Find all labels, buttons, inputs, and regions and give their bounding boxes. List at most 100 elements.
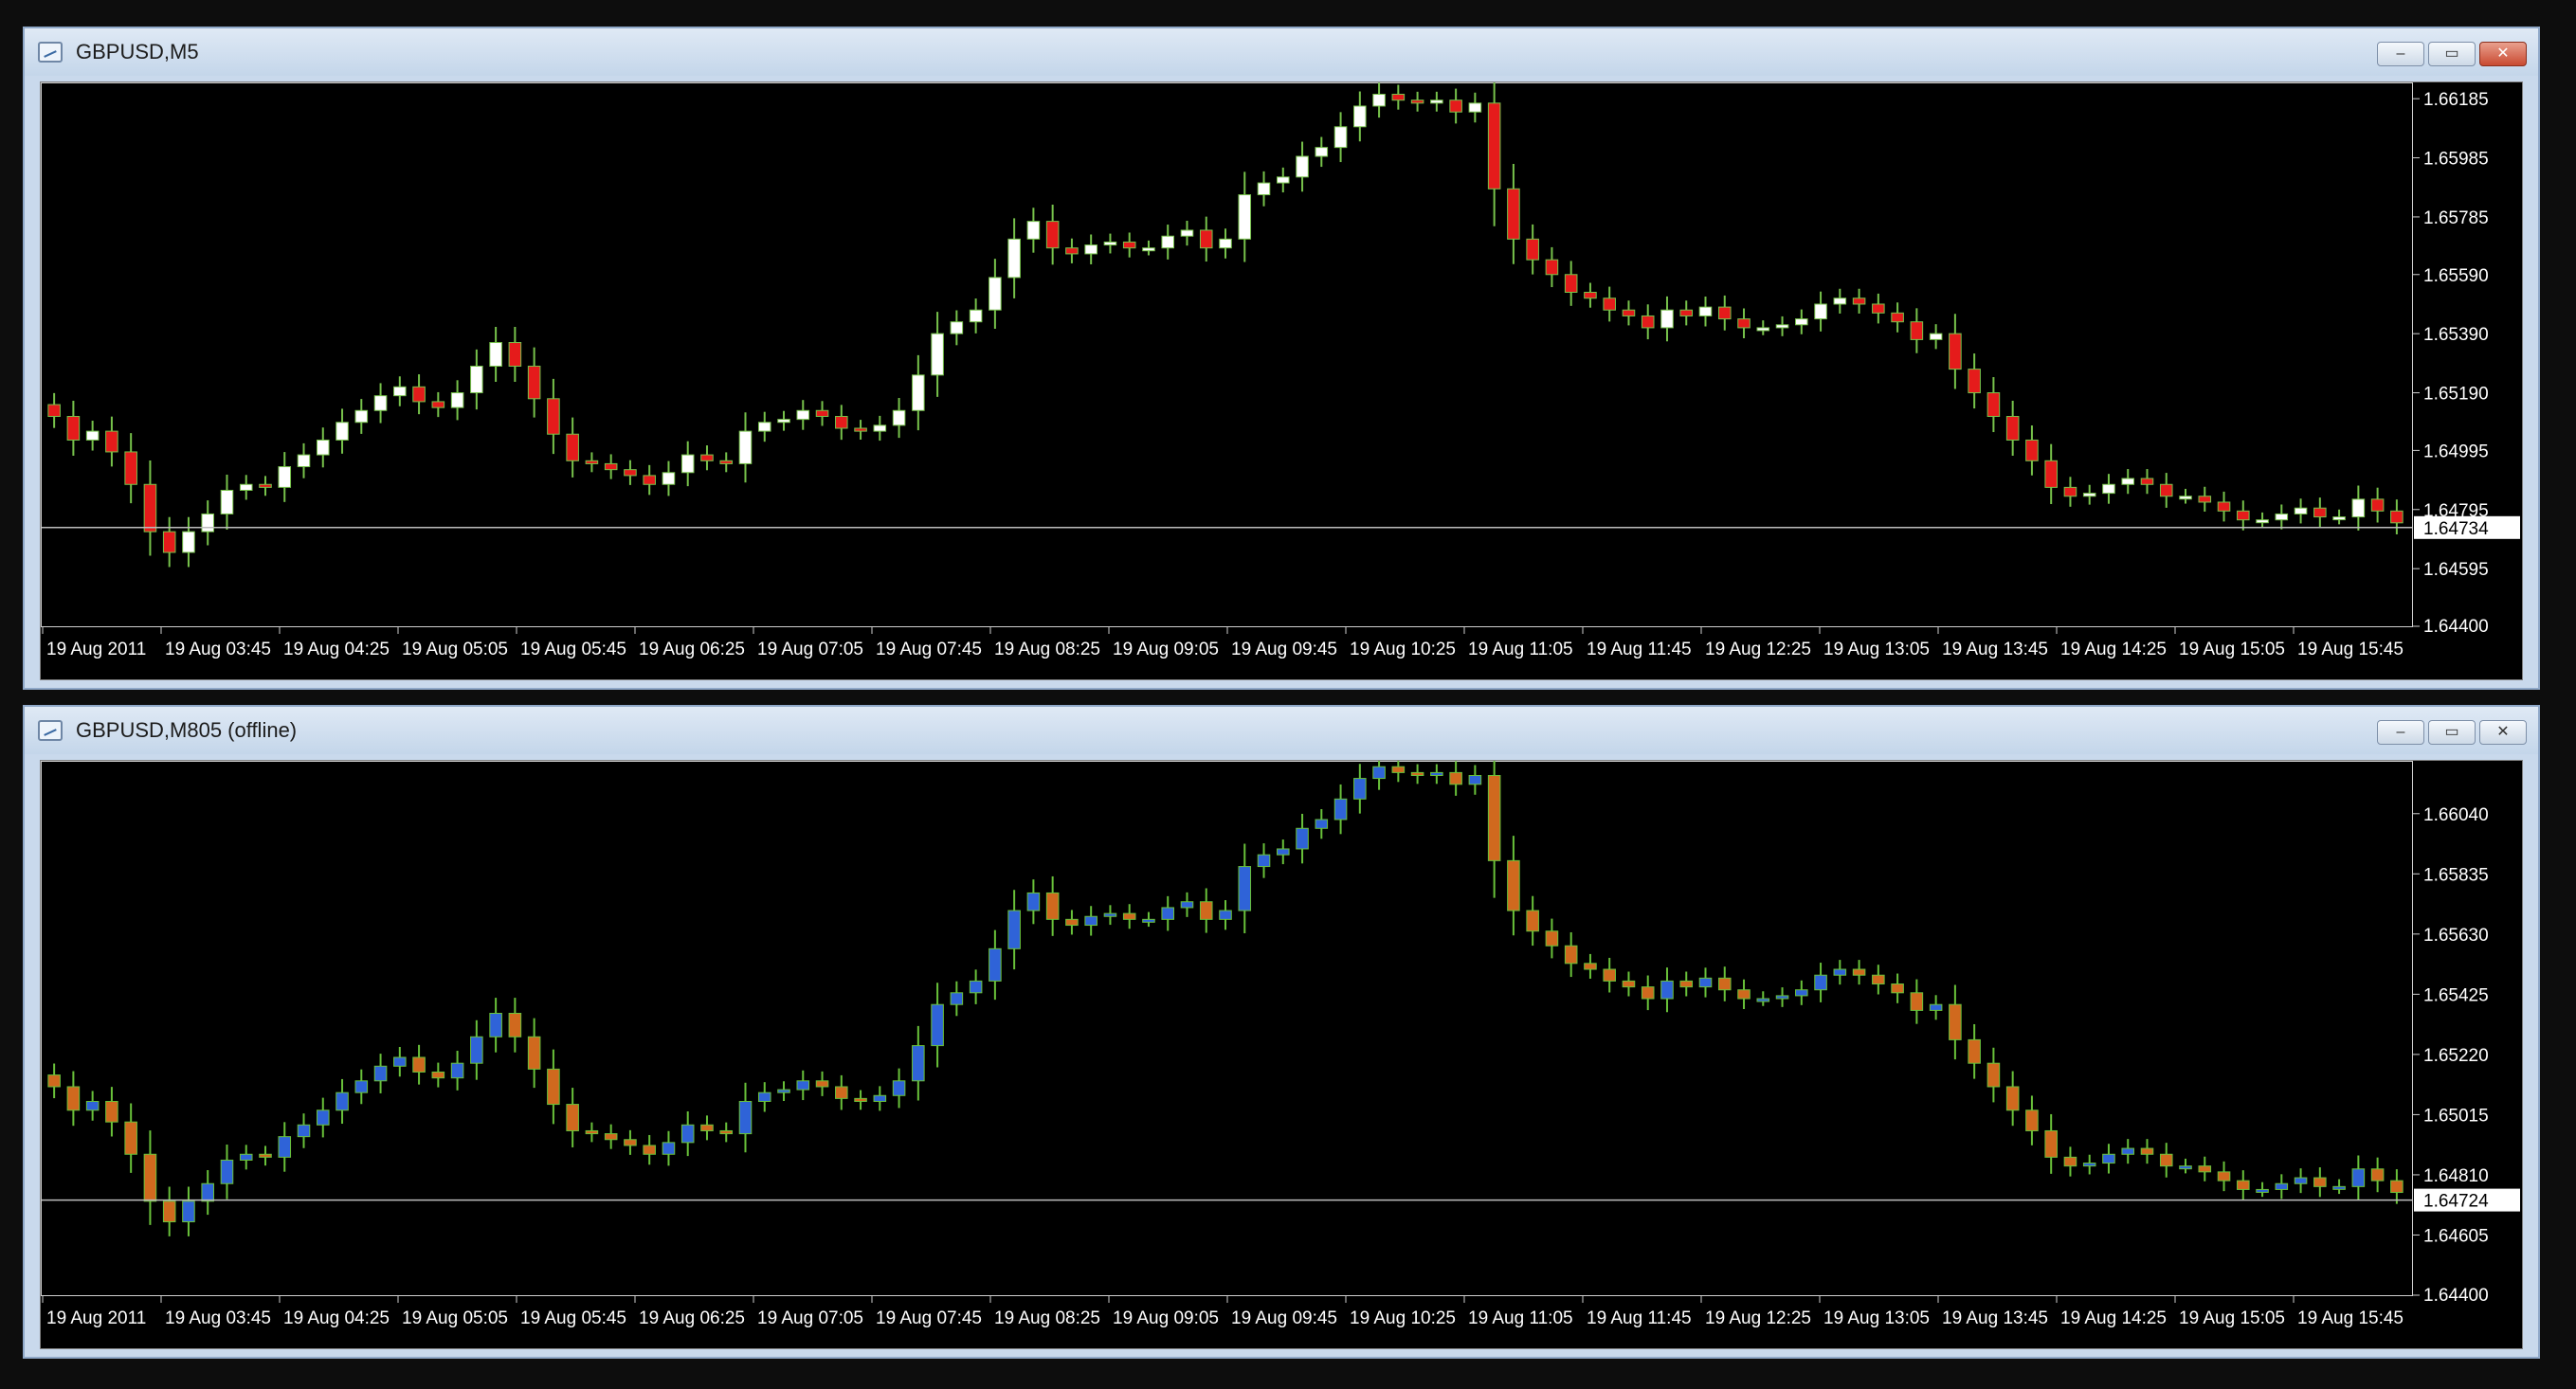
candle-bull <box>182 1200 195 1223</box>
candle-bull <box>2256 1188 2269 1193</box>
candle-bull <box>201 1182 214 1202</box>
chart-window-m5[interactable]: GBPUSD,M5 – ▭ ✕ 1.66185 1.65985 1.65785 1.6… <box>23 27 2540 690</box>
candle-bear <box>2370 1168 2385 1182</box>
price-chart-area[interactable]: 1.66040 1.65835 1.65630 1.65425 1.65220 1.650… <box>40 760 2523 1349</box>
candle-bull <box>336 422 349 441</box>
window-titlebar[interactable]: GBPUSD,M5 – ▭ ✕ <box>25 28 2538 76</box>
candle-bear <box>624 469 637 477</box>
candle-bull <box>1833 968 1847 976</box>
candle-bear <box>700 454 714 461</box>
candle-bear <box>508 342 522 367</box>
candle-bear <box>1065 247 1079 255</box>
candle-bear <box>1065 918 1079 927</box>
candle-bear <box>1564 945 1578 965</box>
candle-bear <box>1872 974 1885 985</box>
candle-bull <box>662 1142 676 1155</box>
candle-bull <box>1833 298 1847 305</box>
candle-bull <box>873 424 887 432</box>
candle-bear <box>1603 298 1616 311</box>
candle-bear <box>1410 771 1424 776</box>
x-tick-label: 19 Aug 08:25 <box>994 1308 1100 1328</box>
candle-bull <box>1007 238 1021 279</box>
candle-bear <box>105 430 118 453</box>
candle-bear <box>815 409 829 418</box>
candle-bull <box>1353 105 1367 128</box>
close-button[interactable]: ✕ <box>2479 720 2527 745</box>
window-title: GBPUSD,M5 <box>76 40 199 63</box>
candle-bear <box>1622 980 1636 988</box>
window-titlebar[interactable]: GBPUSD,M805 (offline) – ▭ ✕ <box>25 707 2538 754</box>
candle-bull <box>873 1094 887 1102</box>
x-tick-label: 19 Aug 05:45 <box>520 1308 626 1328</box>
candle-bear <box>700 1124 714 1131</box>
x-tick-label: 19 Aug 14:25 <box>2060 640 2167 659</box>
candle-bull <box>1238 194 1252 240</box>
y-tick-label: 1.65015 <box>2423 1106 2489 1126</box>
candle-bear <box>1622 309 1636 316</box>
candle-bear <box>1045 892 1060 920</box>
candle-bull <box>1296 827 1309 850</box>
candle-bear <box>1487 102 1501 189</box>
candle-bear <box>143 483 157 532</box>
maximize-button[interactable]: ▭ <box>2428 42 2476 66</box>
candle-bear <box>854 427 867 432</box>
candle-bull <box>757 1091 771 1102</box>
candle-bear <box>624 1139 637 1146</box>
candle-bull <box>1276 176 1290 184</box>
candle-bull <box>1276 848 1290 856</box>
candle-bull <box>1296 155 1309 178</box>
y-tick-label: 1.65390 <box>2423 325 2489 345</box>
candle-bull <box>912 1045 925 1082</box>
candle-bull <box>777 419 790 424</box>
candle-bull <box>1007 910 1021 949</box>
chart-window-icon <box>38 720 63 741</box>
minimize-button[interactable]: – <box>2377 42 2424 66</box>
maximize-button[interactable]: ▭ <box>2428 720 2476 745</box>
candle-bull <box>1315 147 1329 157</box>
candle-bear <box>2159 1153 2173 1167</box>
candle-bull <box>796 409 810 421</box>
candle-bull <box>969 309 983 323</box>
x-tick-label: 19 Aug 15:45 <box>2297 1308 2404 1328</box>
candlestick-chart[interactable]: 1.66185 1.65985 1.65785 1.65590 1.65390 1.651… <box>41 82 2522 679</box>
candle-bear <box>2237 510 2250 521</box>
candle-bull <box>1795 989 1808 997</box>
candle-bull <box>1814 303 1827 320</box>
candle-bear <box>162 1200 176 1223</box>
candle-bull <box>912 374 925 411</box>
candle-bull <box>1084 244 1098 255</box>
candle-bull <box>662 472 676 485</box>
candle-bull <box>201 513 214 532</box>
candle-bear <box>431 1071 445 1079</box>
close-button[interactable]: ✕ <box>2479 42 2527 66</box>
x-tick-label: 19 Aug 09:05 <box>1113 1308 1219 1328</box>
candle-bull <box>931 1003 944 1047</box>
y-tick-label: 1.65630 <box>2423 926 2489 946</box>
minimize-button[interactable]: – <box>2377 720 2424 745</box>
x-tick-label: 19 Aug 07:45 <box>876 640 982 659</box>
candle-bear <box>1717 306 1732 320</box>
y-tick-label: 1.66040 <box>2423 805 2489 825</box>
candle-bull <box>2332 516 2346 521</box>
x-tick-label: 19 Aug 13:05 <box>1823 1308 1930 1328</box>
y-tick-label: 1.65190 <box>2423 385 2489 405</box>
candle-bear <box>66 416 81 441</box>
candle-bull <box>1219 238 1232 249</box>
candle-bear <box>2198 1165 2212 1173</box>
candle-bull <box>2121 1147 2135 1155</box>
candle-bear <box>2063 486 2077 497</box>
chart-window-m805-offline[interactable]: GBPUSD,M805 (offline) – ▭ ✕ 1.66040 1.658… <box>23 705 2540 1359</box>
candlestick-chart[interactable]: 1.66040 1.65835 1.65630 1.65425 1.65220 1.650… <box>41 761 2522 1348</box>
price-chart-area[interactable]: 1.66185 1.65985 1.65785 1.65590 1.65390 1.651… <box>40 81 2523 680</box>
candle-bear <box>1737 318 1751 329</box>
x-tick-label: 19 Aug 15:45 <box>2297 640 2404 659</box>
candle-bear <box>2044 1129 2058 1158</box>
y-tick-label: 1.64810 <box>2423 1166 2489 1186</box>
candle-bull <box>1161 235 1175 249</box>
candle-bear <box>815 1080 829 1088</box>
candle-bull <box>393 386 407 397</box>
candle-bear <box>604 1133 618 1141</box>
candle-bear <box>2198 496 2212 503</box>
candle-bull <box>1257 854 1271 868</box>
candle-bull <box>1430 99 1443 104</box>
